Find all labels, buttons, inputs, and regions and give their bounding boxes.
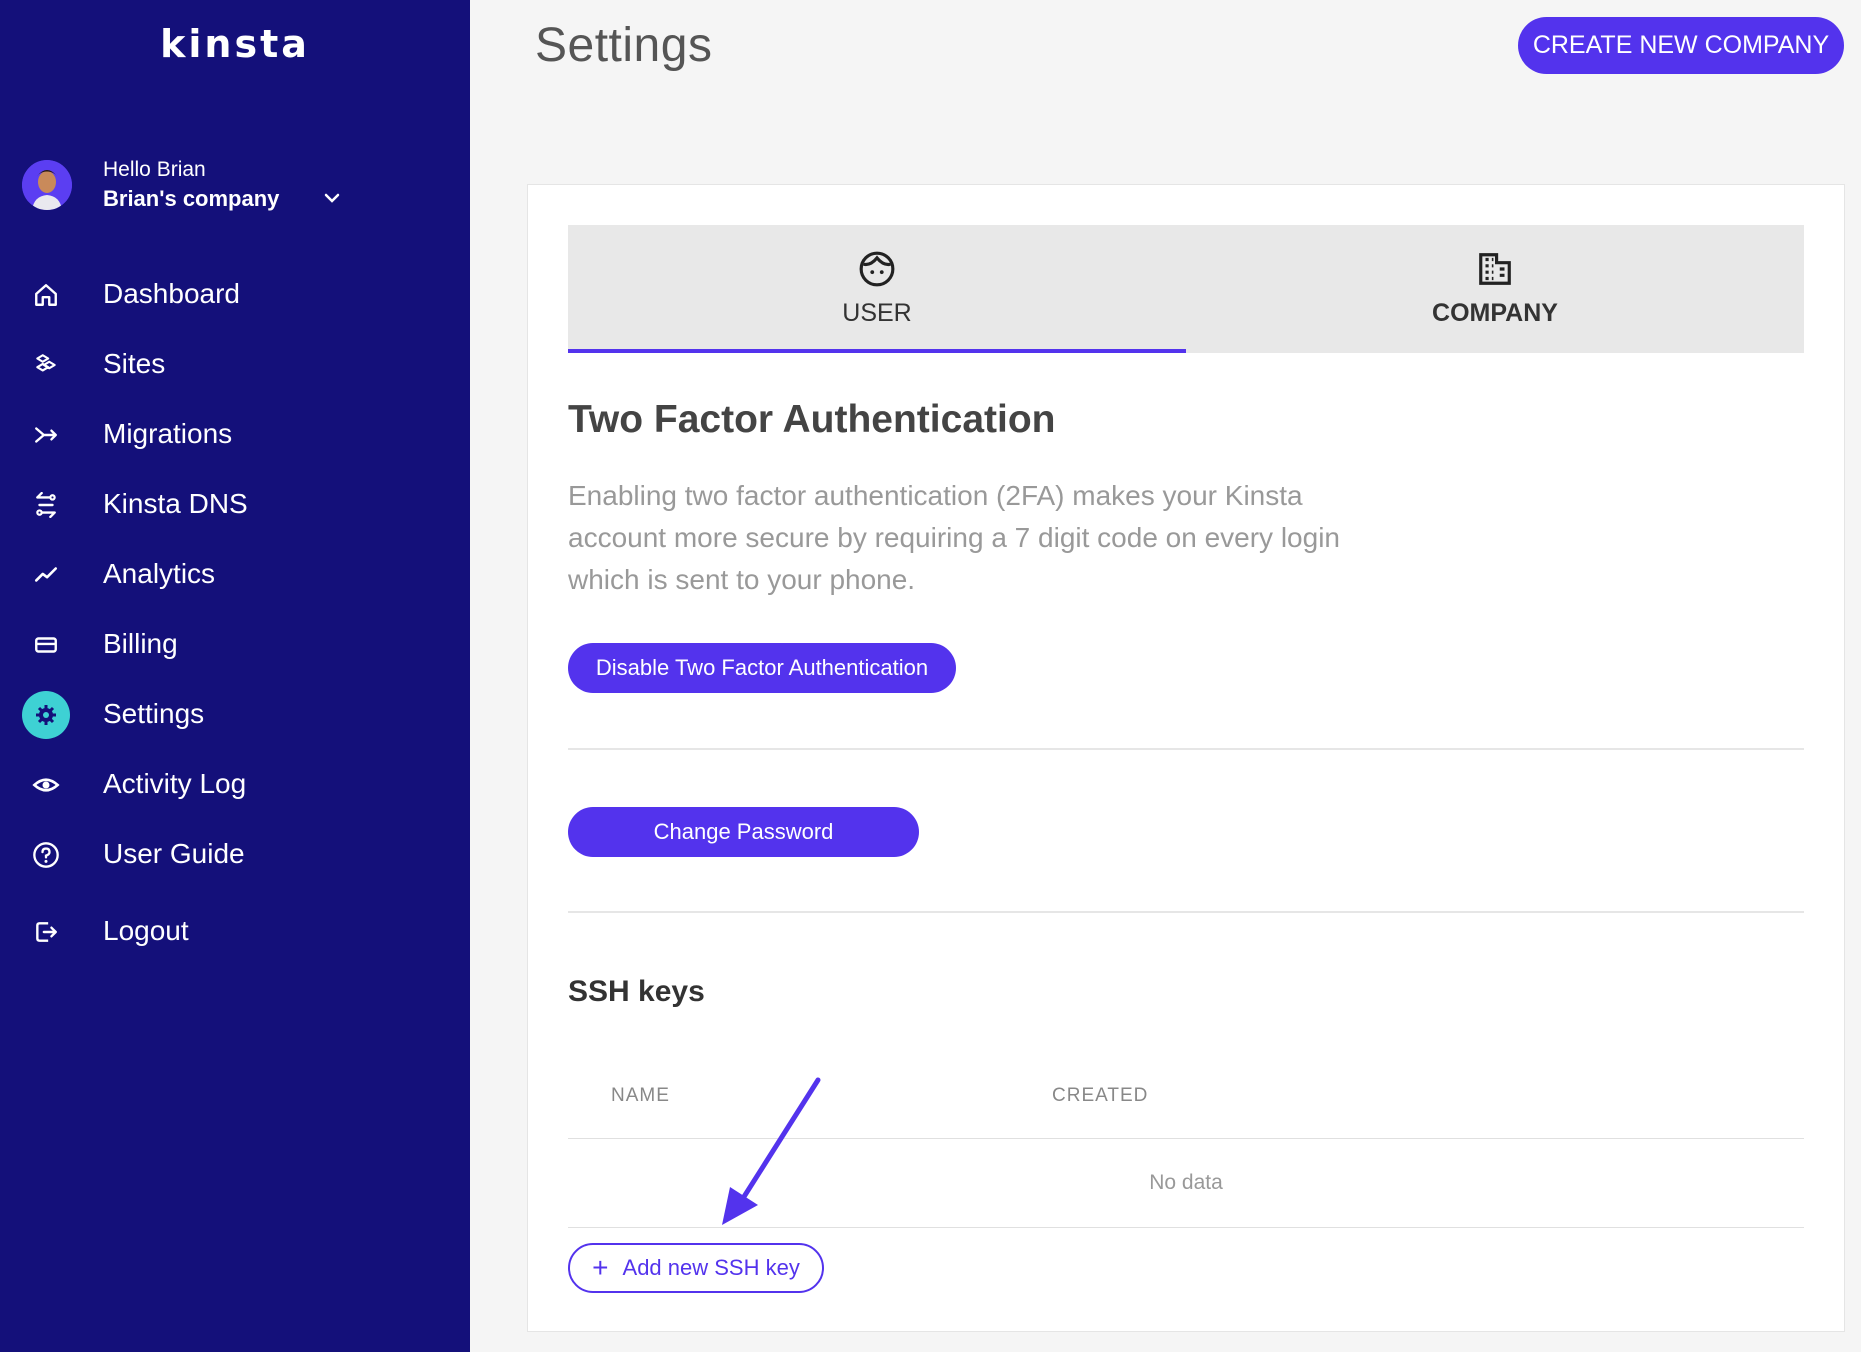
settings-tabs: USER COMPANY (568, 225, 1804, 353)
sidebar-item-activity-log[interactable]: Activity Log (0, 755, 470, 815)
help-icon (22, 831, 70, 879)
sidebar-item-label: Settings (103, 698, 205, 729)
sidebar-item-label: Analytics (103, 558, 216, 589)
sidebar-item-settings[interactable]: Settings (0, 685, 470, 745)
sidebar-item-dashboard[interactable]: Dashboard (0, 265, 470, 325)
sidebar-item-analytics[interactable]: Analytics (0, 545, 470, 605)
sidebar-item-sites[interactable]: Sites (0, 335, 470, 395)
add-ssh-key-label: Add new SSH key (622, 1255, 800, 1280)
sidebar: kinsta Hello Brian Brian's company Dashb… (0, 0, 470, 1352)
home-icon (22, 271, 70, 319)
sidebar-item-label: Sites (103, 348, 166, 379)
logout-icon (22, 908, 70, 956)
tab-company[interactable]: COMPANY (1186, 225, 1804, 353)
sidebar-item-billing[interactable]: Billing (0, 615, 470, 675)
tab-label: USER (842, 299, 912, 327)
tab-user[interactable]: USER (568, 225, 1186, 353)
ssh-keys-title: SSH keys (568, 975, 705, 1008)
tab-label: COMPANY (1432, 299, 1558, 327)
user-company-switcher[interactable]: Hello Brian Brian's company (22, 158, 442, 218)
column-header-name: NAME (611, 1085, 670, 1106)
avatar (22, 160, 72, 210)
user-face-icon (859, 251, 895, 287)
migrations-icon (22, 411, 70, 459)
sidebar-item-migrations[interactable]: Migrations (0, 405, 470, 465)
chevron-down-icon[interactable] (320, 186, 344, 210)
sidebar-item-logout[interactable]: Logout (0, 902, 470, 962)
annotation-arrow-icon (722, 1077, 821, 1225)
kinsta-logo[interactable]: kinsta (0, 22, 470, 66)
sidebar-item-label: Dashboard (103, 278, 240, 309)
column-header-created: CREATED (1052, 1085, 1149, 1106)
gear-icon (22, 691, 70, 739)
sidebar-item-label: Billing (103, 628, 178, 659)
greeting: Hello Brian (103, 158, 206, 181)
divider (568, 748, 1804, 750)
plus-icon: + (592, 1252, 609, 1283)
add-ssh-key-button[interactable]: + Add new SSH key (568, 1243, 824, 1293)
sidebar-item-kinsta-dns[interactable]: Kinsta DNS (0, 475, 470, 535)
billing-icon (22, 621, 70, 669)
sidebar-item-label: Kinsta DNS (103, 488, 248, 519)
divider (568, 911, 1804, 913)
sidebar-item-label: Migrations (103, 418, 233, 449)
sidebar-item-label: Activity Log (103, 768, 247, 799)
two-factor-description: Enabling two factor authentication (2FA)… (568, 480, 1340, 595)
company-name: Brian's company (103, 186, 280, 211)
dns-icon (22, 481, 70, 529)
two-factor-title: Two Factor Authentication (568, 398, 1056, 441)
page-title: Settings (535, 19, 713, 72)
sidebar-item-user-guide[interactable]: User Guide (0, 825, 470, 885)
disable-2fa-button[interactable]: Disable Two Factor Authentication (568, 643, 956, 693)
change-password-button[interactable]: Change Password (568, 807, 919, 857)
sidebar-item-label: User Guide (103, 838, 245, 869)
create-new-company-button[interactable]: CREATE NEW COMPANY (1518, 17, 1844, 74)
sidebar-item-label: Logout (103, 915, 189, 946)
eye-icon (22, 761, 70, 809)
analytics-icon (22, 551, 70, 599)
sites-icon (22, 341, 70, 389)
building-icon (1479, 253, 1511, 285)
